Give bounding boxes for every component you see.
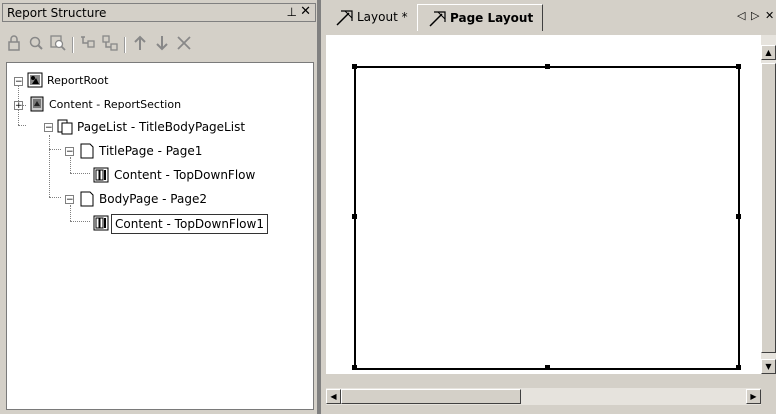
tree-node-label: BodyPage - Page2 [99, 192, 207, 206]
resize-handle[interactable] [352, 214, 357, 219]
collapse-icon[interactable]: − [65, 195, 74, 205]
scroll-up-icon[interactable]: ▲ [761, 45, 776, 60]
collapse-icon[interactable]: − [65, 147, 74, 157]
close-icon[interactable]: ✕ [300, 4, 311, 19]
editor-pane: Layout * Page Layout * ◁ ▷ ✕ ▲ ▼ ◀ ▶ [321, 0, 776, 414]
tab-label: Layout * [357, 10, 408, 24]
collapse-icon[interactable]: − [44, 123, 53, 133]
toolbar-separator [124, 37, 126, 53]
tab-page-layout[interactable]: Page Layout * [417, 4, 543, 52]
tree-node-reportroot[interactable]: − ReportRoot [7, 71, 307, 91]
tree-node-label: ReportRoot [47, 74, 109, 87]
toolbar-separator [72, 37, 74, 53]
tree-node-bodypage[interactable]: − BodyPage - Page2 [7, 189, 307, 209]
tab-scroll-right-icon[interactable]: ▷ [751, 9, 759, 22]
resize-handle[interactable] [352, 64, 357, 69]
vertical-scrollbar[interactable]: ▲ ▼ [761, 35, 776, 374]
tree-node-label: PageList - TitleBodyPageList [77, 120, 246, 134]
lock-icon[interactable] [4, 34, 24, 54]
tree-node-content-reportsection[interactable]: + Content - ReportSection [7, 95, 307, 115]
tree-node-topdownflow1[interactable]: Content - TopDownFlow1 [7, 213, 307, 234]
page-frame[interactable] [354, 66, 740, 370]
tree-node-label: TitlePage - Page1 [99, 144, 203, 158]
flow-icon [93, 167, 109, 183]
resize-handle[interactable] [736, 365, 741, 370]
resize-handle[interactable] [545, 64, 550, 69]
page-icon [80, 143, 94, 159]
horizontal-scrollbar[interactable]: ◀ ▶ [326, 388, 761, 405]
pin-icon[interactable]: ⊥ [287, 5, 297, 19]
move-down-icon[interactable] [152, 34, 172, 54]
flow-icon [93, 215, 109, 231]
resize-handle[interactable] [352, 365, 357, 370]
delete-icon[interactable] [174, 34, 194, 54]
tab-close-icon[interactable]: ✕ [765, 9, 774, 22]
page-layout-icon [429, 11, 446, 27]
structure-toolbar [4, 34, 314, 58]
layout-icon [336, 10, 353, 26]
tab-layout[interactable]: Layout * [325, 4, 413, 31]
editor-tabs: Layout * Page Layout * ◁ ▷ ✕ [321, 0, 776, 52]
scroll-left-icon[interactable]: ◀ [326, 389, 341, 404]
tree-node-titlepage[interactable]: − TitlePage - Page1 [7, 141, 307, 161]
scroll-thumb[interactable] [761, 63, 776, 353]
page-icon [80, 191, 94, 207]
page-list-icon [57, 119, 73, 135]
report-structure-panel: Report Structure ⊥ ✕ − ReportRoot + Cont… [0, 0, 318, 414]
report-root-icon [27, 72, 43, 88]
expand-icon[interactable]: + [14, 101, 23, 111]
structure-tree: − ReportRoot + Content - ReportSection −… [6, 62, 314, 410]
scroll-right-icon[interactable]: ▶ [746, 389, 761, 404]
tree-node-topdownflow[interactable]: Content - TopDownFlow [7, 165, 307, 185]
resize-handle[interactable] [545, 365, 550, 370]
resize-handle[interactable] [736, 214, 741, 219]
collapse-icon[interactable]: − [14, 77, 23, 87]
scroll-down-icon[interactable]: ▼ [761, 359, 776, 374]
move-down-level-icon[interactable] [100, 34, 120, 54]
find-icon[interactable] [26, 34, 46, 54]
scroll-thumb[interactable] [341, 389, 521, 404]
tree-node-label: Content - TopDownFlow [114, 168, 256, 182]
resize-handle[interactable] [736, 64, 741, 69]
move-up-level-icon[interactable] [78, 34, 98, 54]
panel-title: Report Structure [7, 6, 107, 20]
page-layout-canvas[interactable] [326, 35, 776, 374]
report-section-icon [30, 96, 44, 112]
tree-node-label: Content - ReportSection [49, 98, 182, 111]
panel-titlebar: Report Structure ⊥ ✕ [2, 3, 316, 22]
move-up-icon[interactable] [130, 34, 150, 54]
find-report-icon[interactable] [48, 34, 68, 54]
tree-node-label-selected: Content - TopDownFlow1 [111, 214, 268, 234]
tab-scroll-left-icon[interactable]: ◁ [737, 9, 745, 22]
tree-node-pagelist[interactable]: − PageList - TitleBodyPageList [7, 117, 307, 137]
